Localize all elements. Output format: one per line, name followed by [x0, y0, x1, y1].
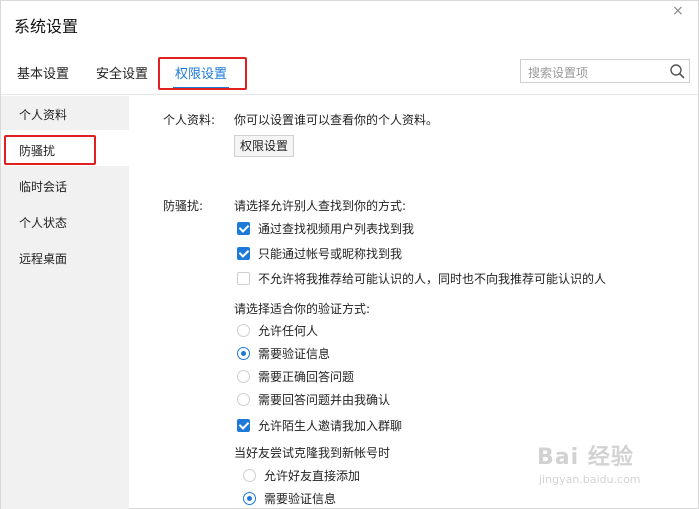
watermark-url: jingyan.baidu.com — [539, 473, 641, 486]
window-title: 系统设置 — [14, 17, 79, 36]
find-option-label: 不允许将我推荐给可能认识的人，同时也不向我推荐可能认识的人 — [258, 272, 607, 286]
search-placeholder: 搜索设置项 — [528, 66, 589, 80]
verify-option-label: 需要回答问题并由我确认 — [258, 393, 391, 407]
checkbox-checked[interactable] — [237, 419, 250, 432]
radio-unselected[interactable] — [243, 469, 256, 482]
verify-option-answer-confirm[interactable]: 需要回答问题并由我确认 — [237, 391, 390, 408]
sidebar-item-personal-status[interactable]: 个人状态 — [19, 214, 67, 231]
tab-security-settings[interactable]: 安全设置 — [96, 63, 148, 82]
radio-unselected[interactable] — [237, 324, 250, 337]
tab-basic-settings[interactable]: 基本设置 — [17, 63, 69, 82]
clone-title: 当好友尝试克隆我到新帐号时 — [234, 446, 391, 460]
radio-selected[interactable] — [237, 347, 250, 360]
profile-section-label: 个人资料: — [163, 113, 216, 127]
radio-unselected[interactable] — [237, 393, 250, 406]
search-input[interactable]: 搜索设置项 — [520, 59, 690, 83]
find-option-label: 只能通过帐号或昵称找到我 — [258, 247, 403, 261]
verify-option-label: 需要验证信息 — [258, 347, 331, 361]
sidebar-item-anti-harassment[interactable]: 防骚扰 — [19, 142, 55, 159]
settings-window: 系统设置 × 基本设置 安全设置 权限设置 搜索设置项 个人资料 防骚扰 临时会… — [0, 0, 699, 509]
baidu-watermark: Bai 经验 jingyan.baidu.com — [537, 433, 667, 493]
group-invite-option[interactable]: 允许陌生人邀请我加入群聊 — [237, 417, 402, 434]
verify-option-label: 需要正确回答问题 — [258, 370, 355, 384]
verify-option-answer-question[interactable]: 需要正确回答问题 — [237, 368, 354, 385]
clone-option-need-info[interactable]: 需要验证信息 — [243, 490, 336, 507]
radio-unselected[interactable] — [237, 370, 250, 383]
profile-description: 你可以设置谁可以查看你的个人资料。 — [234, 113, 439, 127]
active-tab-indicator — [173, 87, 229, 89]
verify-option-label: 允许任何人 — [258, 324, 319, 338]
harass-section-label: 防骚扰: — [163, 199, 204, 213]
permission-settings-button[interactable]: 权限设置 — [234, 135, 295, 157]
find-method-title: 请选择允许别人查找到你的方式: — [234, 199, 407, 213]
find-option-video-list[interactable]: 通过查找视频用户列表找到我 — [237, 220, 414, 237]
radio-selected[interactable] — [243, 492, 256, 505]
tab-permission-settings[interactable]: 权限设置 — [175, 63, 227, 82]
checkbox-checked[interactable] — [237, 222, 250, 235]
watermark-logo-text: Bai 经验 — [537, 445, 634, 470]
sidebar: 个人资料 防骚扰 临时会话 个人状态 远程桌面 — [1, 96, 129, 509]
sidebar-item-remote-desktop[interactable]: 远程桌面 — [19, 250, 67, 267]
clone-option-label: 允许好友直接添加 — [264, 469, 361, 483]
verify-option-anyone[interactable]: 允许任何人 — [237, 322, 318, 339]
verify-method-title: 请选择适合你的验证方式: — [234, 302, 371, 316]
clone-option-label: 需要验证信息 — [264, 492, 337, 506]
search-icon[interactable] — [669, 63, 685, 79]
sidebar-item-profile[interactable]: 个人资料 — [19, 106, 67, 123]
group-invite-label: 允许陌生人邀请我加入群聊 — [258, 419, 403, 433]
find-option-no-recommend[interactable]: 不允许将我推荐给可能认识的人，同时也不向我推荐可能认识的人 — [237, 270, 606, 287]
find-option-label: 通过查找视频用户列表找到我 — [258, 222, 415, 236]
checkbox-checked[interactable] — [237, 247, 250, 260]
find-option-account-nickname[interactable]: 只能通过帐号或昵称找到我 — [237, 245, 402, 262]
verify-option-need-info[interactable]: 需要验证信息 — [237, 345, 330, 362]
clone-option-allow-direct[interactable]: 允许好友直接添加 — [243, 467, 360, 484]
sidebar-item-temporary-chat[interactable]: 临时会话 — [19, 178, 67, 195]
close-icon[interactable]: × — [672, 3, 684, 19]
checkbox-unchecked[interactable] — [237, 272, 250, 285]
